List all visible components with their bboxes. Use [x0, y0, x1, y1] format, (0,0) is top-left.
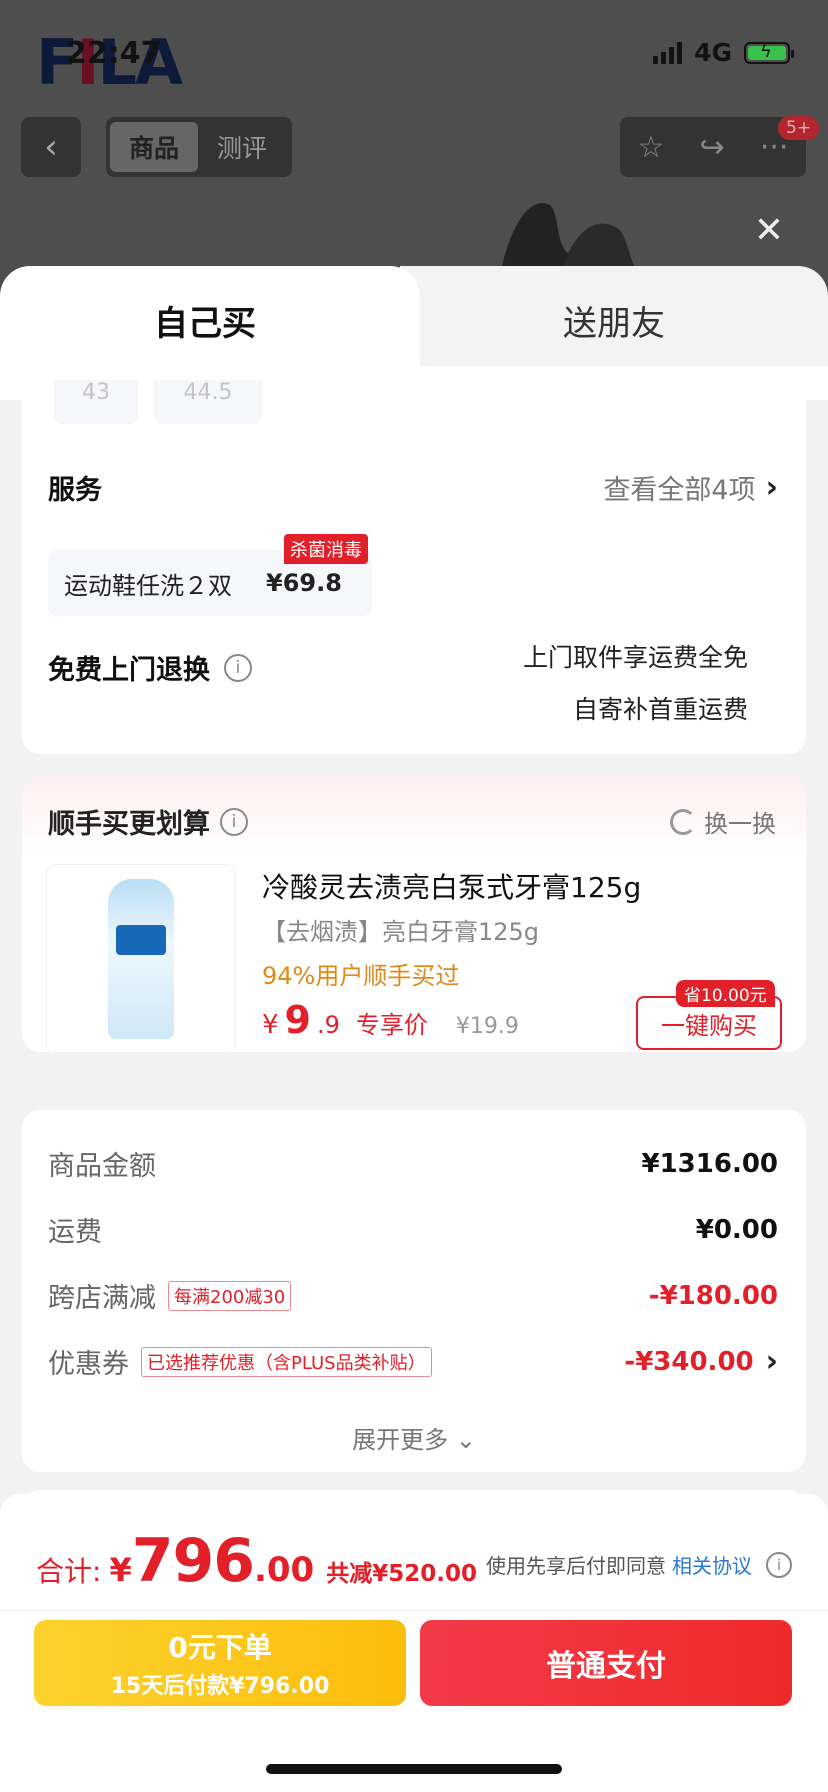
- pay-later-button[interactable]: 0元下单 15天后付款¥796.00: [34, 1620, 406, 1706]
- free-return-desc: 上门取件享运费全免 自寄补首重运费: [522, 643, 748, 724]
- expand-more-button[interactable]: 展开更多 ⌄: [22, 1420, 806, 1455]
- checkout-footer: 合计: ¥ 796 .00 共减¥520.00 使用先享后付即同意 相关协议 i …: [0, 1494, 828, 1792]
- addon-card: 顺手买更划算 i 换一换 冷酸灵去渍亮白泵式牙膏125g 【去烟渍】亮白牙膏12…: [22, 776, 806, 1052]
- refresh-icon: [670, 808, 696, 835]
- goods-amount-row: 商品金额 ¥1316.00: [48, 1148, 778, 1183]
- original-price: ¥19.9: [455, 1014, 519, 1039]
- total-discount: 共减¥520.00: [326, 1561, 477, 1587]
- product-image[interactable]: [46, 864, 236, 1052]
- network-type: 4G: [694, 38, 732, 67]
- signal-icon: [653, 41, 683, 64]
- sheet-content: 43 44.5 服务 查看全部4项 › 运动鞋任洗２双 ¥69.8 杀菌消毒 免…: [0, 380, 828, 1530]
- addon-title: 顺手买更划算 i: [48, 802, 248, 841]
- message-badge: 5+: [778, 116, 820, 140]
- home-indicator: [266, 1764, 562, 1774]
- chevron-left-icon: ‹: [44, 127, 58, 167]
- battery-icon: ϟ: [744, 41, 794, 64]
- size-options: 43 44.5: [54, 380, 262, 424]
- info-icon[interactable]: i: [224, 653, 252, 682]
- order-total: 合计: ¥ 796 .00 共减¥520.00: [36, 1526, 477, 1596]
- free-return-title: 免费上门退换 i: [48, 648, 252, 687]
- product-backdrop: FILA 22:47 4G ϟ ‹ 商品 测评 ☆ ↪ ··· 5+ ✕: [0, 0, 828, 300]
- service-view-all[interactable]: 查看全部4项 ›: [603, 468, 778, 507]
- save-badge: 省10.00元: [676, 980, 775, 1007]
- normal-pay-button[interactable]: 普通支付: [420, 1620, 792, 1706]
- coupon-tag: 已选推荐优惠（含PLUS品类补贴）: [141, 1346, 432, 1377]
- chevron-down-icon: ⌄: [455, 1426, 476, 1454]
- chevron-right-icon: ›: [765, 470, 778, 505]
- info-icon[interactable]: i: [220, 807, 248, 836]
- service-title: 服务: [48, 475, 102, 506]
- agreement-text: 使用先享后付即同意 相关协议 i: [486, 1550, 792, 1579]
- service-card: 43 44.5 服务 查看全部4项 › 运动鞋任洗２双 ¥69.8 杀菌消毒 免…: [22, 380, 806, 754]
- back-button[interactable]: ‹: [21, 117, 81, 177]
- service-option-label: 运动鞋任洗２双: [64, 571, 232, 600]
- top-nav-tabs: 商品 测评: [106, 117, 292, 177]
- swap-button[interactable]: 换一换: [670, 804, 776, 839]
- service-option-price: ¥69.8: [266, 569, 342, 597]
- status-time: 22:47: [66, 36, 162, 71]
- addon-product-sub: 【去烟渍】亮白牙膏125g: [262, 918, 540, 946]
- addon-bought-rate: 94%用户顺手买过: [262, 962, 460, 990]
- addon-price: ¥9.9 专享价 ¥19.9: [262, 998, 519, 1042]
- share-icon[interactable]: ↪: [700, 130, 725, 165]
- shipping-row: 运费 ¥0.00: [48, 1214, 778, 1249]
- size-option[interactable]: 44.5: [154, 380, 262, 424]
- chevron-right-icon: ›: [765, 1344, 778, 1379]
- tab-product[interactable]: 商品: [110, 122, 198, 172]
- price-summary-card: 商品金额 ¥1316.00 运费 ¥0.00 跨店满减 每满200减30 -¥1…: [22, 1110, 806, 1472]
- addon-product-name[interactable]: 冷酸灵去渍亮白泵式牙膏125g: [262, 866, 641, 906]
- agreement-link[interactable]: 相关协议: [672, 1550, 752, 1579]
- size-option[interactable]: 43: [54, 380, 138, 424]
- shoe-image: [500, 203, 640, 275]
- star-icon[interactable]: ☆: [638, 130, 665, 165]
- cross-store-discount-row: 跨店满减 每满200减30 -¥180.00: [48, 1280, 778, 1314]
- tab-review[interactable]: 测评: [198, 122, 286, 172]
- promo-tag: 每满200减30: [168, 1280, 292, 1311]
- close-icon[interactable]: ✕: [752, 213, 786, 249]
- service-tag: 杀菌消毒: [284, 534, 368, 564]
- tab-gift-friend[interactable]: 送朋友: [400, 266, 828, 366]
- status-icons: 4G ϟ: [653, 38, 794, 67]
- coupon-row[interactable]: 优惠券 已选推荐优惠（含PLUS品类补贴） -¥340.00 ›: [48, 1342, 778, 1381]
- info-icon[interactable]: i: [766, 1551, 792, 1578]
